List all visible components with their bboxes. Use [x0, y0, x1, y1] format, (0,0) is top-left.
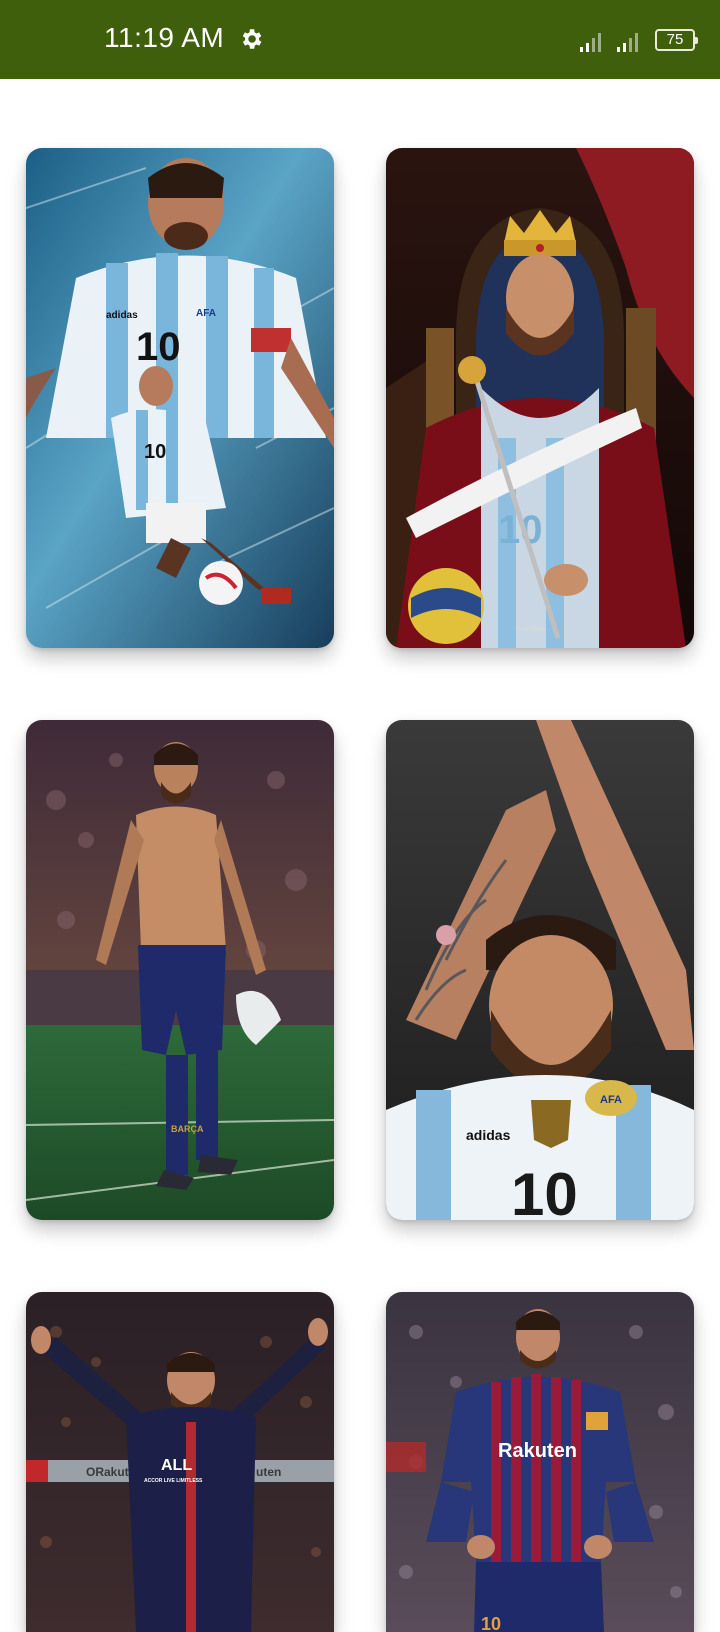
wallpaper-shorts-number: 10	[481, 1614, 501, 1632]
wallpaper-card-4[interactable]: adidas AFA 10	[386, 720, 694, 1220]
signal-strength-icon	[580, 33, 601, 52]
wallpaper-image-6: Rakuten 10	[386, 1292, 694, 1632]
wallpaper-caption: SAHYEHA	[516, 627, 546, 633]
svg-text:adidas: adidas	[106, 310, 138, 321]
wallpaper-grid: 10 adidas AFA 10 10 SAHYEHA BARÇA adidas…	[0, 79, 720, 1632]
status-time: 11:19 AM	[104, 22, 225, 53]
svg-text:AFA: AFA	[196, 308, 216, 319]
wallpaper-image-4: adidas AFA 10	[386, 720, 694, 1220]
wallpaper-card-3[interactable]: BARÇA	[26, 720, 334, 1220]
wallpaper-shorts-text: BARÇA	[171, 1124, 204, 1134]
wallpaper-sponsor-sub: ACCOR LIVE LIMITLESS	[144, 1478, 203, 1484]
battery-icon: 75	[655, 29, 698, 51]
wallpaper-image-3: BARÇA	[26, 720, 334, 1220]
signal-strength-2-icon	[617, 33, 638, 52]
wallpaper-image-1: 10 adidas AFA 10	[26, 148, 334, 648]
wallpaper-sponsor-rakuten: Rakuten	[498, 1440, 577, 1462]
svg-text:10: 10	[136, 325, 181, 369]
wallpaper-board-left: ORakut	[86, 1465, 129, 1479]
wallpaper-image-2: 10 SAHYEHA	[386, 148, 694, 648]
wallpaper-badge: AFA	[600, 1094, 622, 1106]
status-bar: 11:19 AM 75	[0, 0, 720, 79]
wallpaper-card-5[interactable]: ORakut uten ALL ACCOR LIVE LIMITLESS	[26, 1292, 334, 1632]
wallpaper-card-2[interactable]: 10 SAHYEHA	[386, 148, 694, 648]
wallpaper-image-5: ORakut uten ALL ACCOR LIVE LIMITLESS	[26, 1292, 334, 1632]
settings-gear-icon	[242, 29, 262, 49]
wallpaper-shirt-number: 10	[511, 1161, 578, 1220]
wallpaper-board-right: uten	[256, 1465, 281, 1479]
wallpaper-card-6[interactable]: Rakuten 10	[386, 1292, 694, 1632]
wallpaper-sponsor: ALL	[161, 1457, 192, 1474]
svg-text:10: 10	[144, 441, 166, 463]
wallpaper-card-1[interactable]: 10 adidas AFA 10	[26, 148, 334, 648]
wallpaper-shirt-brand: adidas	[466, 1127, 511, 1143]
